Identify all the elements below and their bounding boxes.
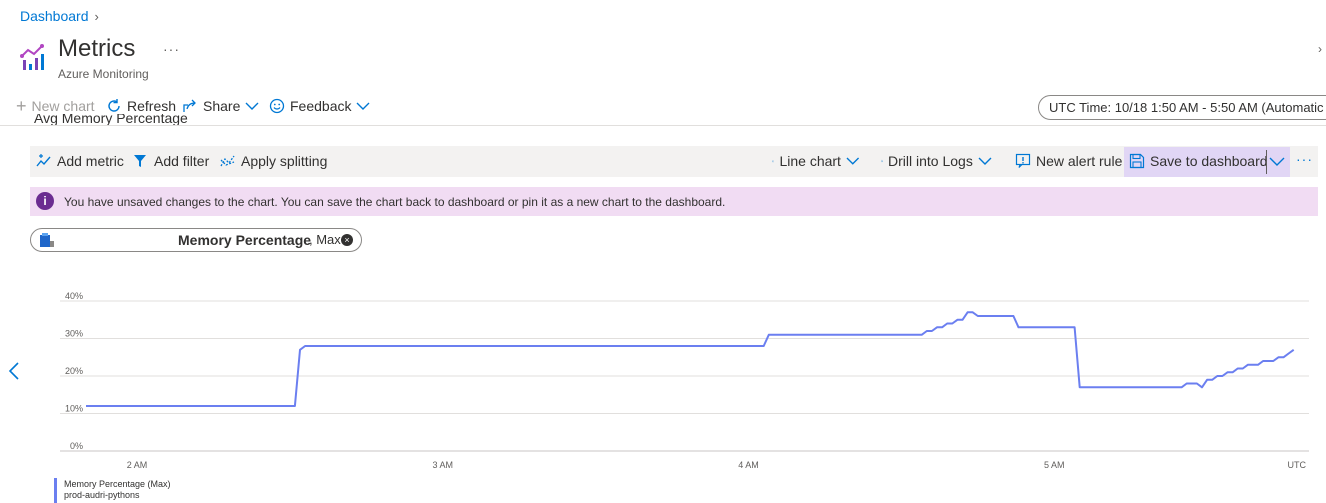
feedback-label: Feedback xyxy=(290,98,352,114)
chevron-down-icon xyxy=(356,102,370,110)
series-line xyxy=(86,311,1295,407)
x-tick-label: 5 AM xyxy=(1044,460,1065,470)
chevron-right-icon[interactable]: › xyxy=(1318,42,1322,56)
splitting-icon xyxy=(220,155,235,167)
new-chart-label: New chart xyxy=(31,98,95,114)
x-tick-label: 3 AM xyxy=(432,460,453,470)
refresh-label: Refresh xyxy=(127,98,177,114)
add-metric-button[interactable]: Add metric xyxy=(36,153,124,169)
new-alert-rule-button[interactable]: New alert rule xyxy=(1015,153,1122,169)
smiley-icon xyxy=(269,98,285,114)
chevron-down-icon xyxy=(978,157,992,165)
chevron-down-icon xyxy=(846,157,859,165)
new-chart-button[interactable]: + New chart xyxy=(16,96,95,116)
save-to-dashboard-label: Save to dashboard xyxy=(1150,153,1268,169)
share-button[interactable]: Share xyxy=(182,98,259,114)
divider xyxy=(0,125,1326,126)
line-chart-label: Line chart xyxy=(779,153,841,169)
chevron-right-icon: › xyxy=(94,8,99,24)
unsaved-changes-banner: i You have unsaved changes to the chart.… xyxy=(30,187,1318,216)
x-tick-label: 4 AM xyxy=(738,460,759,470)
more-options-icon[interactable]: ··· xyxy=(1296,151,1313,167)
apply-splitting-button[interactable]: Apply splitting xyxy=(220,153,327,169)
chevron-down-icon[interactable] xyxy=(1269,157,1285,167)
metrics-logo-icon xyxy=(20,44,46,72)
legend-swatch xyxy=(54,478,57,503)
new-alert-rule-label: New alert rule xyxy=(1036,153,1123,169)
y-tick-label: 20% xyxy=(65,366,83,376)
alert-icon xyxy=(1015,153,1031,168)
y-tick-label: 40% xyxy=(65,291,83,301)
breadcrumb-dashboard-link[interactable]: Dashboard xyxy=(20,8,89,24)
more-options-icon[interactable]: ··· xyxy=(163,41,180,57)
chart-type-selector[interactable]: Line chart xyxy=(772,153,859,169)
info-icon: i xyxy=(36,192,54,210)
save-to-dashboard-button[interactable]: Save to dashboard xyxy=(1129,153,1268,169)
share-icon xyxy=(183,99,196,112)
remove-metric-icon[interactable]: × xyxy=(341,234,353,246)
drill-into-logs-label: Drill into Logs xyxy=(888,153,973,169)
page-subtitle: Azure Monitoring xyxy=(58,67,149,81)
feedback-button[interactable]: Feedback xyxy=(269,98,370,114)
share-label: Share xyxy=(203,98,241,114)
refresh-button[interactable]: Refresh xyxy=(106,98,176,114)
y-tick-label: 30% xyxy=(65,329,83,339)
metric-name: Memory Percentage xyxy=(178,232,312,248)
filter-icon xyxy=(134,155,146,167)
split-button-divider xyxy=(1266,150,1267,174)
refresh-icon xyxy=(108,99,120,112)
add-filter-label: Add filter xyxy=(154,153,210,169)
save-icon xyxy=(1129,153,1145,169)
plus-icon: + xyxy=(16,96,27,116)
banner-message: You have unsaved changes to the chart. Y… xyxy=(64,195,726,209)
chevron-down-icon xyxy=(245,102,259,110)
resource-icon xyxy=(40,233,54,247)
line-chart-icon xyxy=(772,160,775,163)
y-tick-label: 10% xyxy=(65,404,83,414)
drill-into-logs-button[interactable]: Drill into Logs xyxy=(881,153,992,169)
page-title: Metrics xyxy=(58,35,136,62)
legend-resource-label: prod-audri-pythons xyxy=(64,490,140,500)
breadcrumb: Dashboard › xyxy=(20,8,99,24)
x-tick-label: 2 AM xyxy=(127,460,148,470)
legend-metric-label: Memory Percentage (Max) xyxy=(64,479,171,489)
time-range-picker[interactable]: UTC Time: 10/18 1:50 AM - 5:50 AM (Autom… xyxy=(1038,95,1326,120)
logs-icon xyxy=(881,160,883,162)
y-tick-label: 0% xyxy=(70,441,83,451)
add-filter-button[interactable]: Add filter xyxy=(133,153,209,169)
add-metric-label: Add metric xyxy=(57,153,124,169)
apply-splitting-label: Apply splitting xyxy=(241,153,328,169)
metric-aggregation: , Max xyxy=(309,232,341,247)
chart-toolbar: Add metric Add filter Apply splitting Li… xyxy=(30,146,1318,177)
add-metric-icon xyxy=(36,154,51,167)
metrics-line-chart[interactable]: 0% 10% 20% 30% 40% 2 AM 3 AM 4 AM 5 AM UTC xyxy=(0,280,1326,476)
metric-pill[interactable]: Memory Percentage , Max × xyxy=(30,228,362,252)
x-axis-unit-label: UTC xyxy=(1288,460,1307,470)
